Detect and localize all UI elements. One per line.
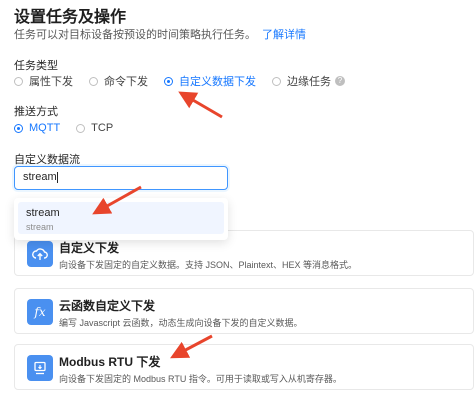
arrow-to-custom-data-option: [178, 91, 223, 119]
card-cloud-function-push[interactable]: fx 云函数自定义下发 编写 Javascript 云函数，动态生成向设备下发的…: [14, 288, 474, 334]
subtitle-text: 任务可以对目标设备按预设的时间策略执行任务。: [14, 29, 256, 41]
task-type-label: 任务类型: [14, 60, 58, 72]
option-subtitle: stream: [26, 222, 54, 232]
question-circle-icon[interactable]: ?: [335, 76, 345, 86]
push-method-radio-group: MQTT TCP: [14, 122, 129, 134]
text-caret: [56, 171, 58, 183]
function-icon: fx: [27, 299, 53, 325]
radio-circle: [272, 76, 281, 86]
stream-input-value: stream: [23, 171, 57, 183]
card-modbus-push[interactable]: Modbus RTU 下发 向设备下发固定的 Modbus RTU 指令。可用于…: [14, 344, 474, 390]
dropdown-option[interactable]: stream stream: [18, 202, 224, 234]
radio-circle: [14, 123, 23, 133]
card-title: Modbus RTU 下发: [59, 355, 161, 369]
learn-more-link[interactable]: 了解详情: [262, 29, 306, 41]
card-description: 编写 Javascript 云函数，动态生成向设备下发的自定义数据。: [59, 318, 303, 328]
radio-mqtt[interactable]: MQTT: [14, 122, 60, 134]
page-title: 设置任务及操作: [14, 9, 127, 26]
card-title: 自定义下发: [59, 241, 120, 255]
radio-tcp[interactable]: TCP: [76, 122, 113, 134]
card-description: 向设备下发固定的 Modbus RTU 指令。可用于读取或写入从机寄存器。: [59, 374, 342, 384]
custom-stream-label: 自定义数据流: [14, 154, 80, 166]
card-title: 云函数自定义下发: [59, 299, 156, 313]
cloud-upload-icon: [27, 241, 53, 267]
push-method-label: 推送方式: [14, 106, 58, 118]
radio-command-push[interactable]: 命令下发: [89, 73, 148, 89]
radio-property-push[interactable]: 属性下发: [14, 73, 73, 89]
radio-circle: [89, 76, 98, 86]
task-type-radio-group: 属性下发 命令下发 自定义数据下发 边缘任务?: [14, 73, 361, 89]
radio-edge-task[interactable]: 边缘任务?: [272, 73, 345, 89]
option-title: stream: [26, 207, 60, 219]
radio-circle: [164, 76, 173, 86]
modbus-device-icon: [27, 355, 53, 381]
radio-circle: [14, 76, 23, 86]
page-subtitle: 任务可以对目标设备按预设的时间策略执行任务。 了解详情: [14, 26, 306, 42]
stream-dropdown: stream stream: [14, 198, 228, 240]
radio-circle: [76, 123, 86, 133]
card-description: 向设备下发固定的自定义数据。支持 JSON、Plaintext、HEX 等消息格…: [59, 260, 358, 270]
radio-custom-data-push[interactable]: 自定义数据下发: [164, 73, 256, 89]
stream-input[interactable]: stream: [14, 166, 228, 190]
